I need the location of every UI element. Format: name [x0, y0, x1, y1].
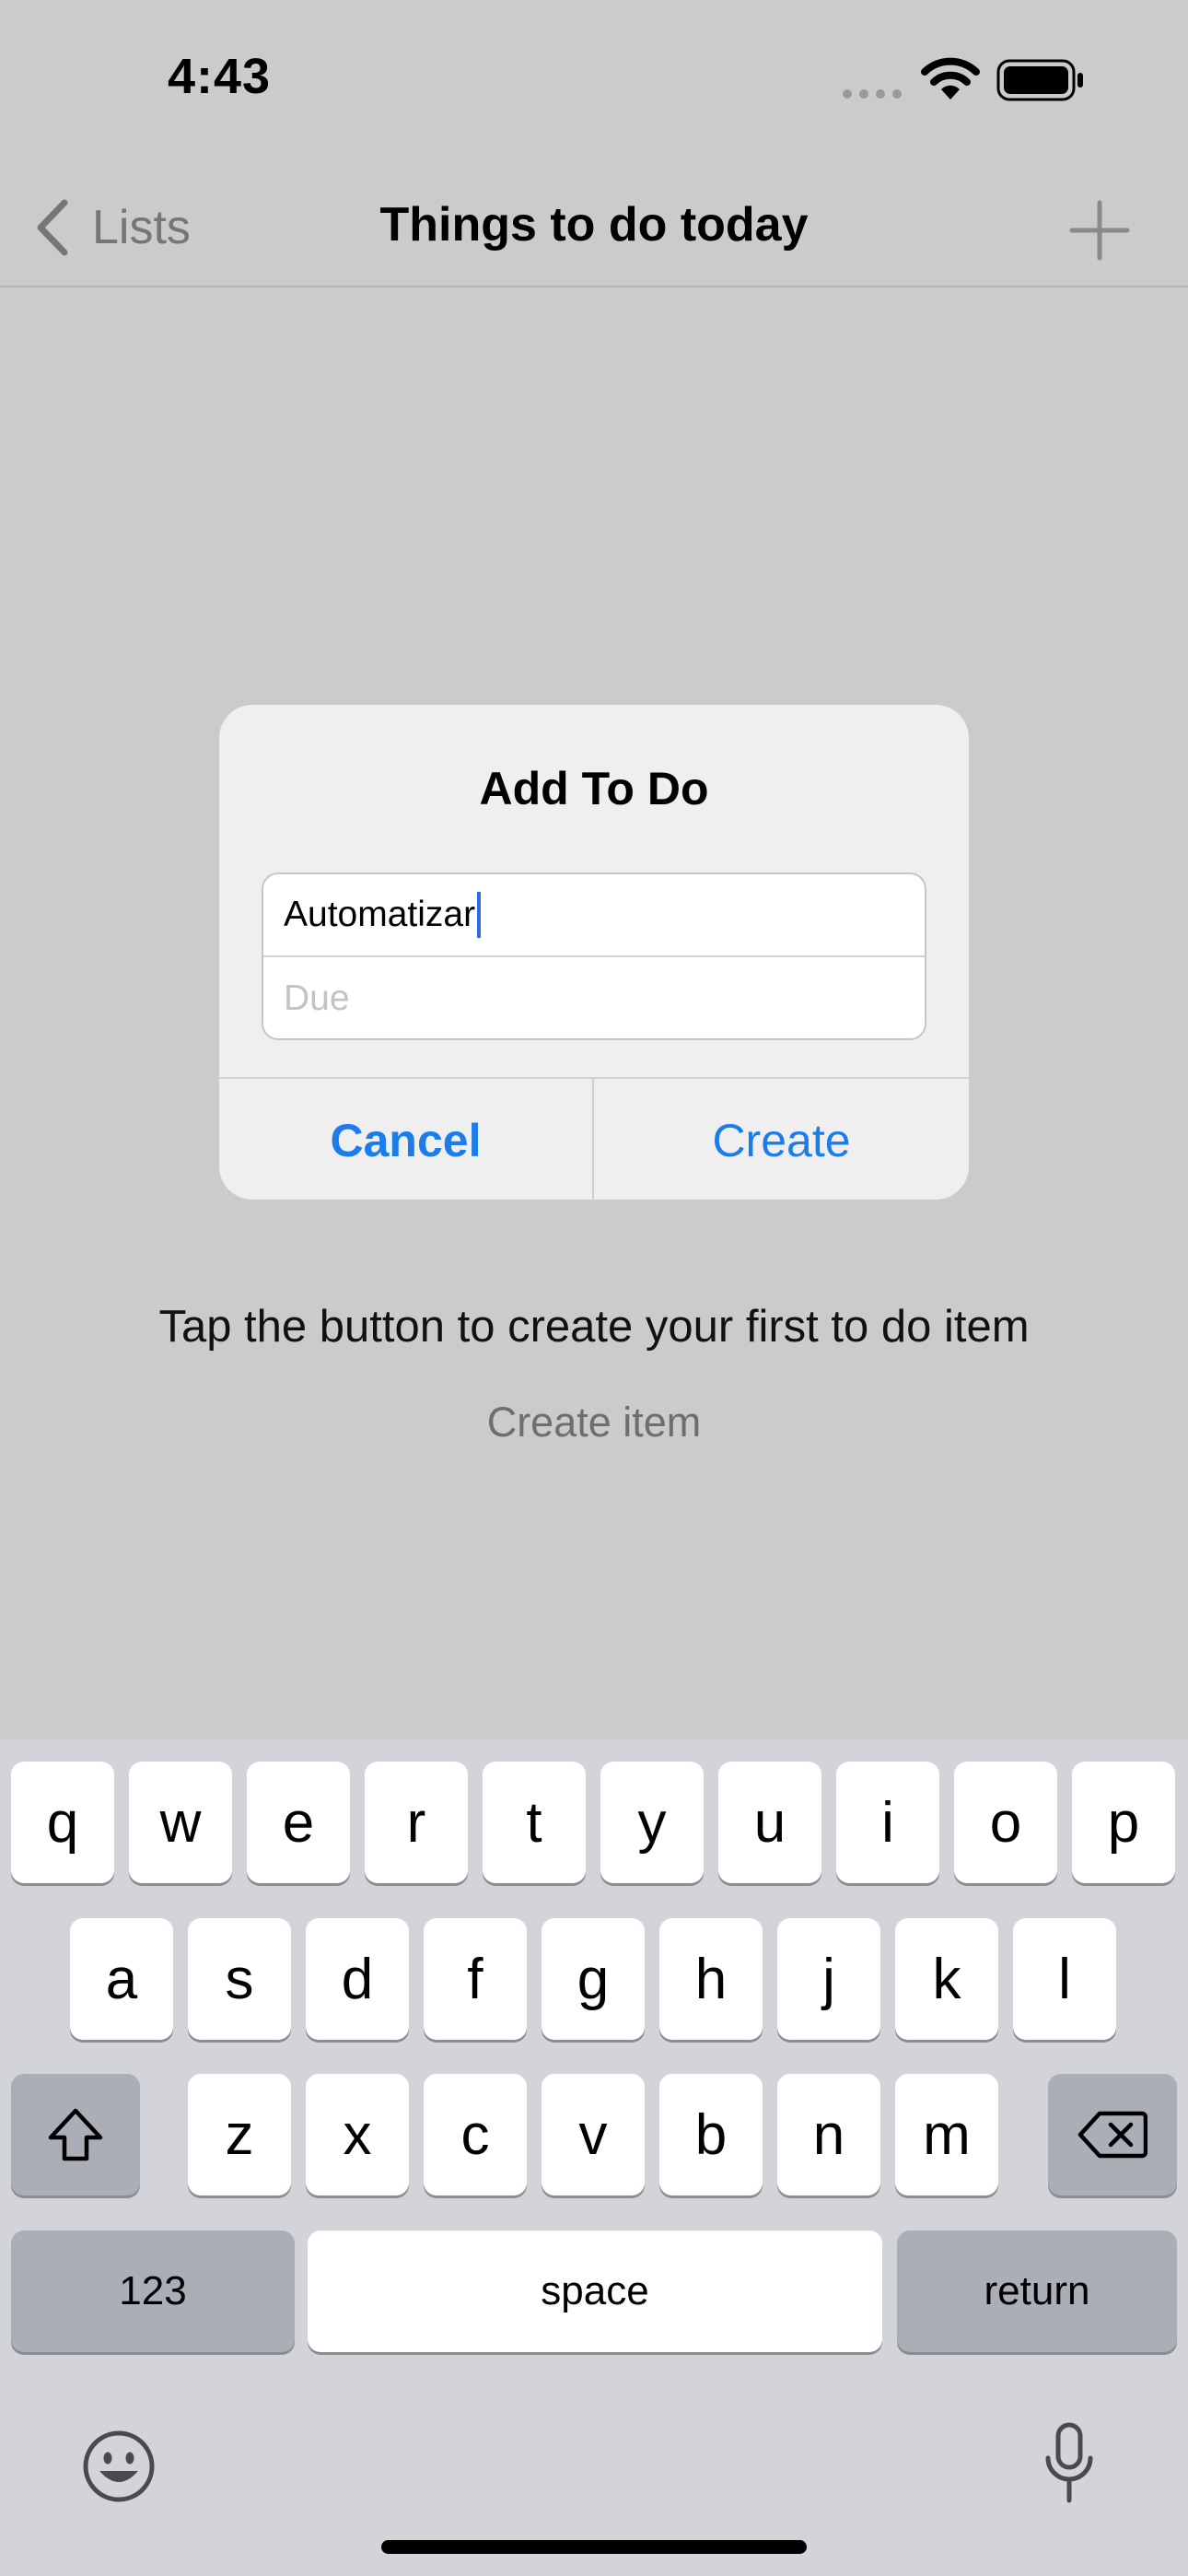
- key-r[interactable]: r: [365, 1762, 468, 1883]
- home-indicator: [381, 2540, 807, 2554]
- key-t[interactable]: t: [483, 1762, 586, 1883]
- key-m[interactable]: m: [895, 2074, 998, 2195]
- key-g[interactable]: g: [542, 1918, 645, 2040]
- key-a[interactable]: a: [70, 1918, 173, 2040]
- status-bar: 4:43: [0, 0, 1188, 166]
- todo-name-field[interactable]: Automatizar: [263, 874, 925, 957]
- return-key[interactable]: return: [897, 2231, 1177, 2352]
- add-todo-alert: Add To Do Automatizar Due Cancel Create: [219, 705, 969, 1200]
- space-key[interactable]: space: [308, 2231, 882, 2352]
- key-y[interactable]: y: [600, 1762, 704, 1883]
- create-button[interactable]: Create: [594, 1079, 969, 1200]
- keyboard: q w e r t y u i o p a s d f g h j k l z …: [0, 1739, 1188, 2576]
- key-n[interactable]: n: [777, 2074, 880, 2195]
- cellular-signal-icon: [843, 89, 902, 99]
- key-i[interactable]: i: [836, 1762, 939, 1883]
- key-c[interactable]: c: [424, 2074, 527, 2195]
- wifi-icon: [921, 57, 980, 100]
- numbers-key[interactable]: 123: [11, 2231, 295, 2352]
- create-item-button[interactable]: Create item: [0, 1399, 1188, 1446]
- key-f[interactable]: f: [424, 1918, 527, 2040]
- microphone-icon[interactable]: [1041, 2421, 1098, 2506]
- key-q[interactable]: q: [11, 1762, 114, 1883]
- delete-key[interactable]: [1048, 2074, 1177, 2195]
- key-z[interactable]: z: [188, 2074, 291, 2195]
- key-x[interactable]: x: [306, 2074, 409, 2195]
- alert-title: Add To Do: [479, 763, 709, 814]
- key-w[interactable]: w: [129, 1762, 232, 1883]
- emoji-icon[interactable]: [81, 2429, 157, 2504]
- cancel-button[interactable]: Cancel: [219, 1079, 594, 1200]
- key-p[interactable]: p: [1072, 1762, 1175, 1883]
- due-placeholder: Due: [284, 978, 350, 1018]
- key-k[interactable]: k: [895, 1918, 998, 2040]
- todo-name-value: Automatizar: [284, 895, 476, 934]
- alert-actions: Cancel Create: [219, 1077, 969, 1200]
- battery-icon: [996, 59, 1083, 101]
- key-b[interactable]: b: [659, 2074, 763, 2195]
- navigation-bar: Lists Things to do today: [0, 166, 1188, 287]
- key-d[interactable]: d: [306, 1918, 409, 2040]
- delete-icon: [1077, 2111, 1147, 2159]
- empty-state-message: Tap the button to create your first to d…: [158, 1302, 1030, 1352]
- text-cursor: [477, 892, 482, 938]
- shift-key[interactable]: [11, 2074, 140, 2195]
- status-time: 4:43: [168, 49, 272, 104]
- page-title: Things to do today: [379, 198, 809, 252]
- key-h[interactable]: h: [659, 1918, 763, 2040]
- key-o[interactable]: o: [954, 1762, 1057, 1883]
- key-s[interactable]: s: [188, 1918, 291, 2040]
- plus-icon[interactable]: [1068, 199, 1131, 262]
- key-e[interactable]: e: [247, 1762, 350, 1883]
- shift-icon: [48, 2108, 103, 2161]
- due-field[interactable]: Due: [263, 957, 925, 1038]
- key-j[interactable]: j: [777, 1918, 880, 2040]
- key-u[interactable]: u: [718, 1762, 821, 1883]
- key-l[interactable]: l: [1013, 1918, 1116, 2040]
- key-v[interactable]: v: [542, 2074, 645, 2195]
- alert-fields: Automatizar Due: [262, 872, 926, 1040]
